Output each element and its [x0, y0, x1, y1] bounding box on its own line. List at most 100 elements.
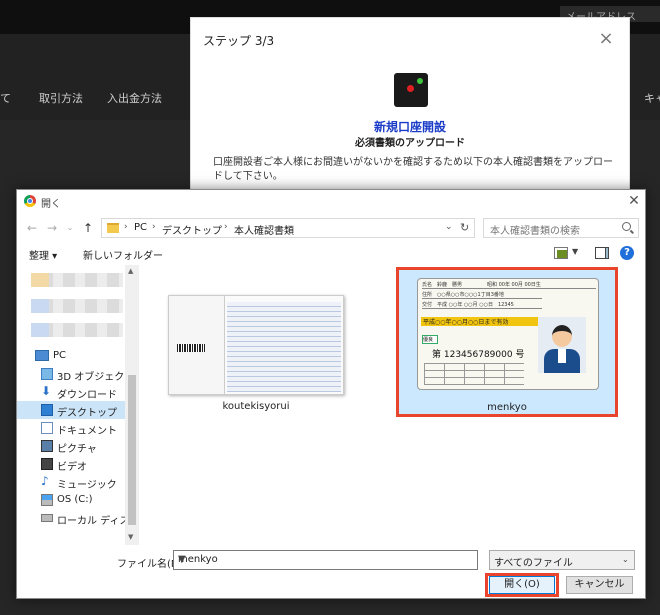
tree-item-label: OS (C:)	[57, 494, 93, 505]
open-button[interactable]: 開く(O)	[489, 576, 555, 594]
breadcrumb-desktop[interactable]: デスクトップ	[162, 222, 222, 237]
license-badge: 優良	[422, 335, 438, 344]
up-arrow-icon[interactable]: ↑	[81, 221, 95, 235]
search-placeholder: 本人確認書類の検索	[490, 226, 580, 237]
tree-item-3d-objects[interactable]: 3D オブジェクト	[17, 365, 134, 383]
chevron-down-icon[interactable]: ▼	[178, 554, 186, 565]
breadcrumb-separator-icon: ›	[224, 222, 228, 232]
tree-item-label: ピクチャ	[57, 444, 97, 455]
file-name: menkyo	[487, 402, 527, 413]
chevron-down-icon[interactable]: ⌄	[622, 555, 629, 564]
pc-icon	[35, 350, 49, 361]
step-modal: ステップ 3/3 × 新規口座開設 必須書類のアップロード 口座開設者ご本人様に…	[190, 17, 630, 192]
download-icon: ⬇	[41, 384, 52, 398]
license-photo	[538, 317, 586, 373]
address-bar[interactable]: › PC › デスクトップ › 本人確認書類 ⌄ ↻	[101, 218, 475, 238]
new-folder-button[interactable]: 新しいフォルダー	[83, 247, 163, 262]
dialog-close-icon[interactable]: ✕	[626, 193, 642, 209]
scrollbar-thumb[interactable]	[128, 375, 136, 525]
modal-description: 口座開設者ご本人様にお間違いがないかを確認するため以下の本人確認書類をアップロー…	[213, 157, 613, 182]
logo-red-dot	[407, 85, 414, 92]
license-thumbnail: 氏名 鈴鹿 勝男 昭和 00年 00月 00日生 住所 ○○県○○市○○○1丁目…	[417, 278, 599, 390]
pictures-icon	[41, 440, 53, 452]
tree-item-videos[interactable]: ビデオ	[17, 455, 125, 473]
preview-pane-icon[interactable]	[595, 247, 609, 259]
navigation-scrollbar[interactable]: ▲ ▼	[125, 265, 139, 545]
breadcrumb-separator-icon: ›	[124, 222, 128, 232]
nav-item-more[interactable]: キャ	[644, 90, 660, 106]
filetype-value: すべてのファイル	[494, 558, 573, 569]
document-table	[227, 302, 341, 392]
documents-icon	[41, 422, 53, 434]
tree-item-label: ビデオ	[57, 462, 87, 473]
folder-icon	[31, 273, 49, 287]
drive-os-icon	[41, 494, 53, 506]
chrome-icon	[24, 195, 36, 207]
tree-item-downloads[interactable]: ⬇ ダウンロード	[17, 383, 125, 401]
tree-item-label: ダウンロード	[57, 390, 117, 401]
help-icon[interactable]: ?	[620, 246, 634, 260]
drive-local-icon	[41, 514, 53, 522]
file-name: koutekisyorui	[222, 401, 290, 412]
tree-item-label: 3D オブジェクト	[57, 372, 135, 383]
view-options-icon[interactable]	[554, 247, 568, 259]
tree-item-pictures[interactable]: ピクチャ	[17, 437, 125, 455]
file-item-selected[interactable]: 氏名 鈴鹿 勝男 昭和 00年 00月 00日生 住所 ○○県○○市○○○1丁目…	[396, 267, 618, 417]
navigation-bar: ← → ⌄ ↑ › PC › デスクトップ › 本人確認書類 ⌄ ↻ 本人確認書…	[17, 215, 645, 243]
back-arrow-icon[interactable]: ←	[25, 221, 39, 235]
view-dropdown-icon[interactable]: ▼	[572, 247, 586, 259]
cloud-icon	[31, 299, 49, 313]
tree-item-desktop[interactable]: デスクトップ	[17, 401, 125, 419]
license-category-grid	[424, 363, 524, 385]
modal-title: ステップ 3/3	[203, 34, 275, 48]
3d-objects-icon	[41, 368, 53, 380]
videos-icon	[41, 458, 53, 470]
dialog-title: 開く	[41, 199, 61, 210]
refresh-icon[interactable]: ↻	[460, 221, 469, 234]
nav-item-trading[interactable]: 取引方法	[39, 90, 83, 106]
tree-item-os-drive[interactable]: OS (C:)	[17, 491, 125, 509]
modal-subheading: 必須書類のアップロード	[355, 138, 465, 149]
cancel-button[interactable]: キャンセル	[566, 576, 633, 594]
tree-item-label: ドキュメント	[57, 426, 117, 437]
forward-arrow-icon[interactable]: →	[45, 221, 59, 235]
nav-item-deposit[interactable]: 入出金方法	[107, 90, 162, 106]
license-number: 第 123456789000 号	[432, 350, 525, 360]
barcode-icon	[177, 344, 205, 352]
document-thumbnail	[168, 295, 344, 395]
nav-item[interactable]: て	[0, 90, 11, 106]
breadcrumb-current[interactable]: 本人確認書類	[234, 222, 294, 237]
close-icon[interactable]: ×	[597, 30, 615, 48]
app-logo	[394, 73, 428, 107]
recent-chevron-icon[interactable]: ⌄	[63, 221, 77, 235]
person-head	[552, 325, 572, 347]
license-issue-line: 交付 平成 ○○年 ○○月 ○○日 12345	[422, 301, 542, 309]
filename-input[interactable]: menkyo ▼	[173, 550, 478, 570]
tree-item-documents[interactable]: ドキュメント	[17, 419, 125, 437]
license-name-line: 氏名 鈴鹿 勝男 昭和 00年 00月 00日生	[422, 281, 596, 289]
search-icon	[622, 222, 631, 231]
breadcrumb-pc[interactable]: PC	[134, 222, 147, 233]
search-input[interactable]: 本人確認書類の検索	[483, 218, 639, 238]
modal-heading: 新規口座開設	[373, 120, 446, 134]
tree-item-label: PC	[53, 350, 67, 361]
organize-button[interactable]: 整理 ▾	[29, 247, 57, 262]
scroll-down-icon[interactable]: ▼	[128, 533, 133, 541]
tree-item-local-disk[interactable]: ローカル ディスク (E	[17, 509, 153, 527]
tree-item-pc[interactable]: PC	[17, 347, 125, 365]
tree-item-music[interactable]: ♪ ミュージック	[17, 473, 125, 491]
license-validity: 平成○○年○○月○○日まで有効	[421, 317, 541, 326]
license-address-line: 住所 ○○県○○市○○○1丁目3番地	[422, 291, 542, 299]
address-dropdown-icon[interactable]: ⌄	[445, 222, 453, 232]
scroll-up-icon[interactable]: ▲	[128, 267, 133, 275]
file-list: koutekisyorui 氏名 鈴鹿 勝男 昭和 00年 00月 00日生 住…	[141, 265, 645, 545]
dialog-titlebar: 開く ✕	[17, 190, 645, 214]
person-shirt	[558, 349, 566, 363]
folder-icon	[107, 223, 119, 233]
document-cover	[169, 296, 225, 394]
filetype-select[interactable]: すべてのファイル ⌄	[489, 550, 635, 570]
music-icon: ♪	[41, 474, 49, 488]
desktop-icon	[41, 404, 53, 416]
cloud-icon	[31, 323, 49, 337]
navigation-pane: PC 3D オブジェクト ⬇ ダウンロード デスクトップ ドキュメント ピクチャ…	[17, 265, 153, 545]
